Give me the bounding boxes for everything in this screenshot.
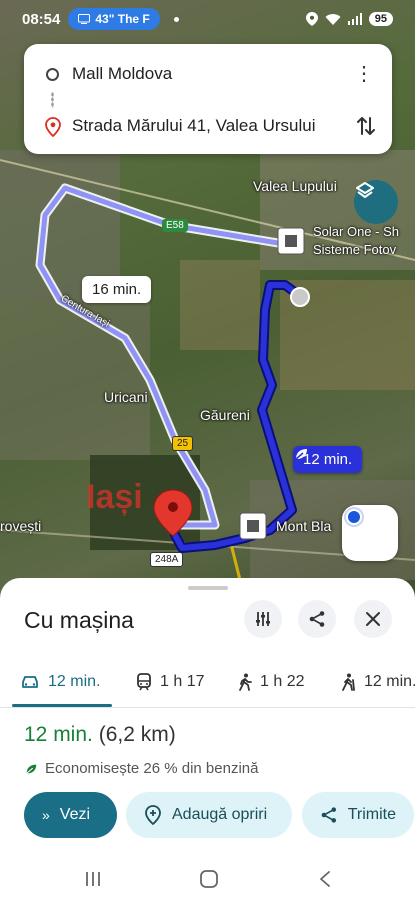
- route-distance: (6,2 km): [98, 723, 176, 746]
- main-route-time-bubble[interactable]: 12 min.: [293, 446, 363, 473]
- map-label-iasi-watermark: Iași: [86, 478, 143, 516]
- tab-hiking-label: 12 min.: [364, 673, 415, 690]
- road-badge-e58: E58: [162, 219, 188, 232]
- tab-walking[interactable]: 1 h 22: [238, 673, 304, 691]
- route-card: Mall Moldova ⋮ Strada Mărului 41, Valea …: [24, 44, 392, 154]
- close-icon: [366, 612, 380, 626]
- destination-row[interactable]: Strada Mărului 41, Valea Ursului: [24, 106, 392, 146]
- add-location-icon: [145, 805, 161, 825]
- tab-driving-label: 12 min.: [48, 673, 101, 690]
- map-label-solar-one-line2: Sisteme Fotov: [313, 242, 397, 257]
- leaf-icon: [26, 764, 37, 774]
- leaf-icon: [295, 449, 307, 460]
- home-icon: [200, 870, 218, 888]
- tab-driving[interactable]: 12 min.: [20, 673, 100, 691]
- tab-transit[interactable]: 1 h 17: [136, 673, 204, 691]
- system-nav-bar: [0, 858, 415, 900]
- more-options-icon[interactable]: ⋮: [354, 64, 374, 84]
- status-notification-pill[interactable]: 43" The F: [68, 8, 160, 30]
- status-icons: 95: [305, 12, 393, 26]
- start-button-label: Vezi: [59, 806, 91, 823]
- origin-circle-icon: [46, 67, 59, 81]
- origin-marker[interactable]: [290, 287, 310, 307]
- recent-apps-button[interactable]: [78, 864, 108, 894]
- sheet-drag-handle[interactable]: [188, 586, 228, 590]
- alt-route-time-bubble[interactable]: 16 min.: [82, 276, 152, 303]
- road-badge-248a: 248A: [150, 552, 184, 567]
- close-button[interactable]: [354, 600, 392, 638]
- map-label-uricani: Uricani: [104, 389, 148, 405]
- directions-sheet: Cu mașina 12 min. 1 h 17 1 h 22 12 min. …: [0, 578, 415, 900]
- layers-icon: [356, 182, 374, 198]
- route-duration: 12 min.: [24, 723, 93, 746]
- signal-icon: [347, 13, 362, 25]
- my-location-icon: [344, 507, 364, 527]
- status-time: 08:54: [22, 10, 61, 28]
- route-options-button[interactable]: [244, 600, 282, 638]
- start-icon: »: [42, 807, 50, 823]
- my-location-button[interactable]: [342, 505, 398, 561]
- tv-icon: [78, 14, 91, 24]
- add-stops-button-label: Adaugă opriri: [172, 806, 268, 823]
- swap-icon[interactable]: [354, 114, 378, 138]
- map-label-rovesti: rovești: [0, 518, 42, 534]
- share-icon: [321, 807, 337, 823]
- layers-button[interactable]: [354, 180, 398, 224]
- destination-field[interactable]: Strada Mărului 41, Valea Ursului: [72, 116, 315, 136]
- map-label-gaureni: Găureni: [200, 407, 250, 423]
- battery-indicator: 95: [368, 12, 393, 26]
- walk-icon: [239, 673, 252, 691]
- share-icon: [309, 611, 325, 627]
- tab-hiking[interactable]: 12 min.: [340, 673, 415, 691]
- location-icon: [305, 12, 318, 26]
- send-button-label: Trimite: [347, 806, 396, 823]
- hike-icon: [342, 673, 355, 691]
- tab-walking-label: 1 h 22: [260, 673, 305, 690]
- destination-pin-icon: [45, 117, 61, 137]
- tab-transit-label: 1 h 17: [160, 673, 205, 690]
- add-stops-button[interactable]: Adaugă opriri: [126, 792, 292, 838]
- status-bar: 08:54 43" The F 95: [0, 0, 415, 38]
- notification-dot-icon: [173, 16, 179, 22]
- status-notification-text: 43" The F: [95, 12, 150, 26]
- map-label-valea-lupului: Valea Lupului: [253, 178, 337, 194]
- wifi-icon: [325, 13, 341, 25]
- main-route-time: 12 min.: [303, 451, 353, 468]
- recents-icon: [86, 872, 100, 886]
- map-label-solar-one: Solar One - Sh: [313, 224, 399, 239]
- eco-text: Economisește 26 % din benzină: [45, 760, 259, 777]
- eco-info: Economisește 26 % din benzină: [24, 760, 258, 777]
- map-label-mont-blanc: Mont Bla: [276, 518, 332, 534]
- home-button[interactable]: [194, 864, 224, 894]
- road-badge-25: 25: [172, 436, 194, 451]
- sheet-title: Cu mașina: [24, 607, 134, 633]
- share-route-button[interactable]: [298, 600, 336, 638]
- back-icon: [320, 871, 330, 887]
- alt-route-time: 16 min.: [92, 281, 142, 298]
- route-summary: 12 min. (6,2 km): [24, 723, 176, 747]
- train-icon: [137, 673, 151, 691]
- back-button[interactable]: [310, 864, 340, 894]
- divider: [0, 707, 415, 708]
- tune-icon: [256, 612, 270, 626]
- start-button[interactable]: » Vezi: [24, 792, 117, 838]
- car-icon: [22, 676, 38, 688]
- send-button[interactable]: Trimite: [302, 792, 414, 838]
- travel-mode-tabs: 12 min. 1 h 17 1 h 22 12 min.: [0, 662, 415, 702]
- origin-field[interactable]: Mall Moldova: [72, 64, 172, 84]
- origin-row[interactable]: Mall Moldova ⋮: [24, 54, 392, 94]
